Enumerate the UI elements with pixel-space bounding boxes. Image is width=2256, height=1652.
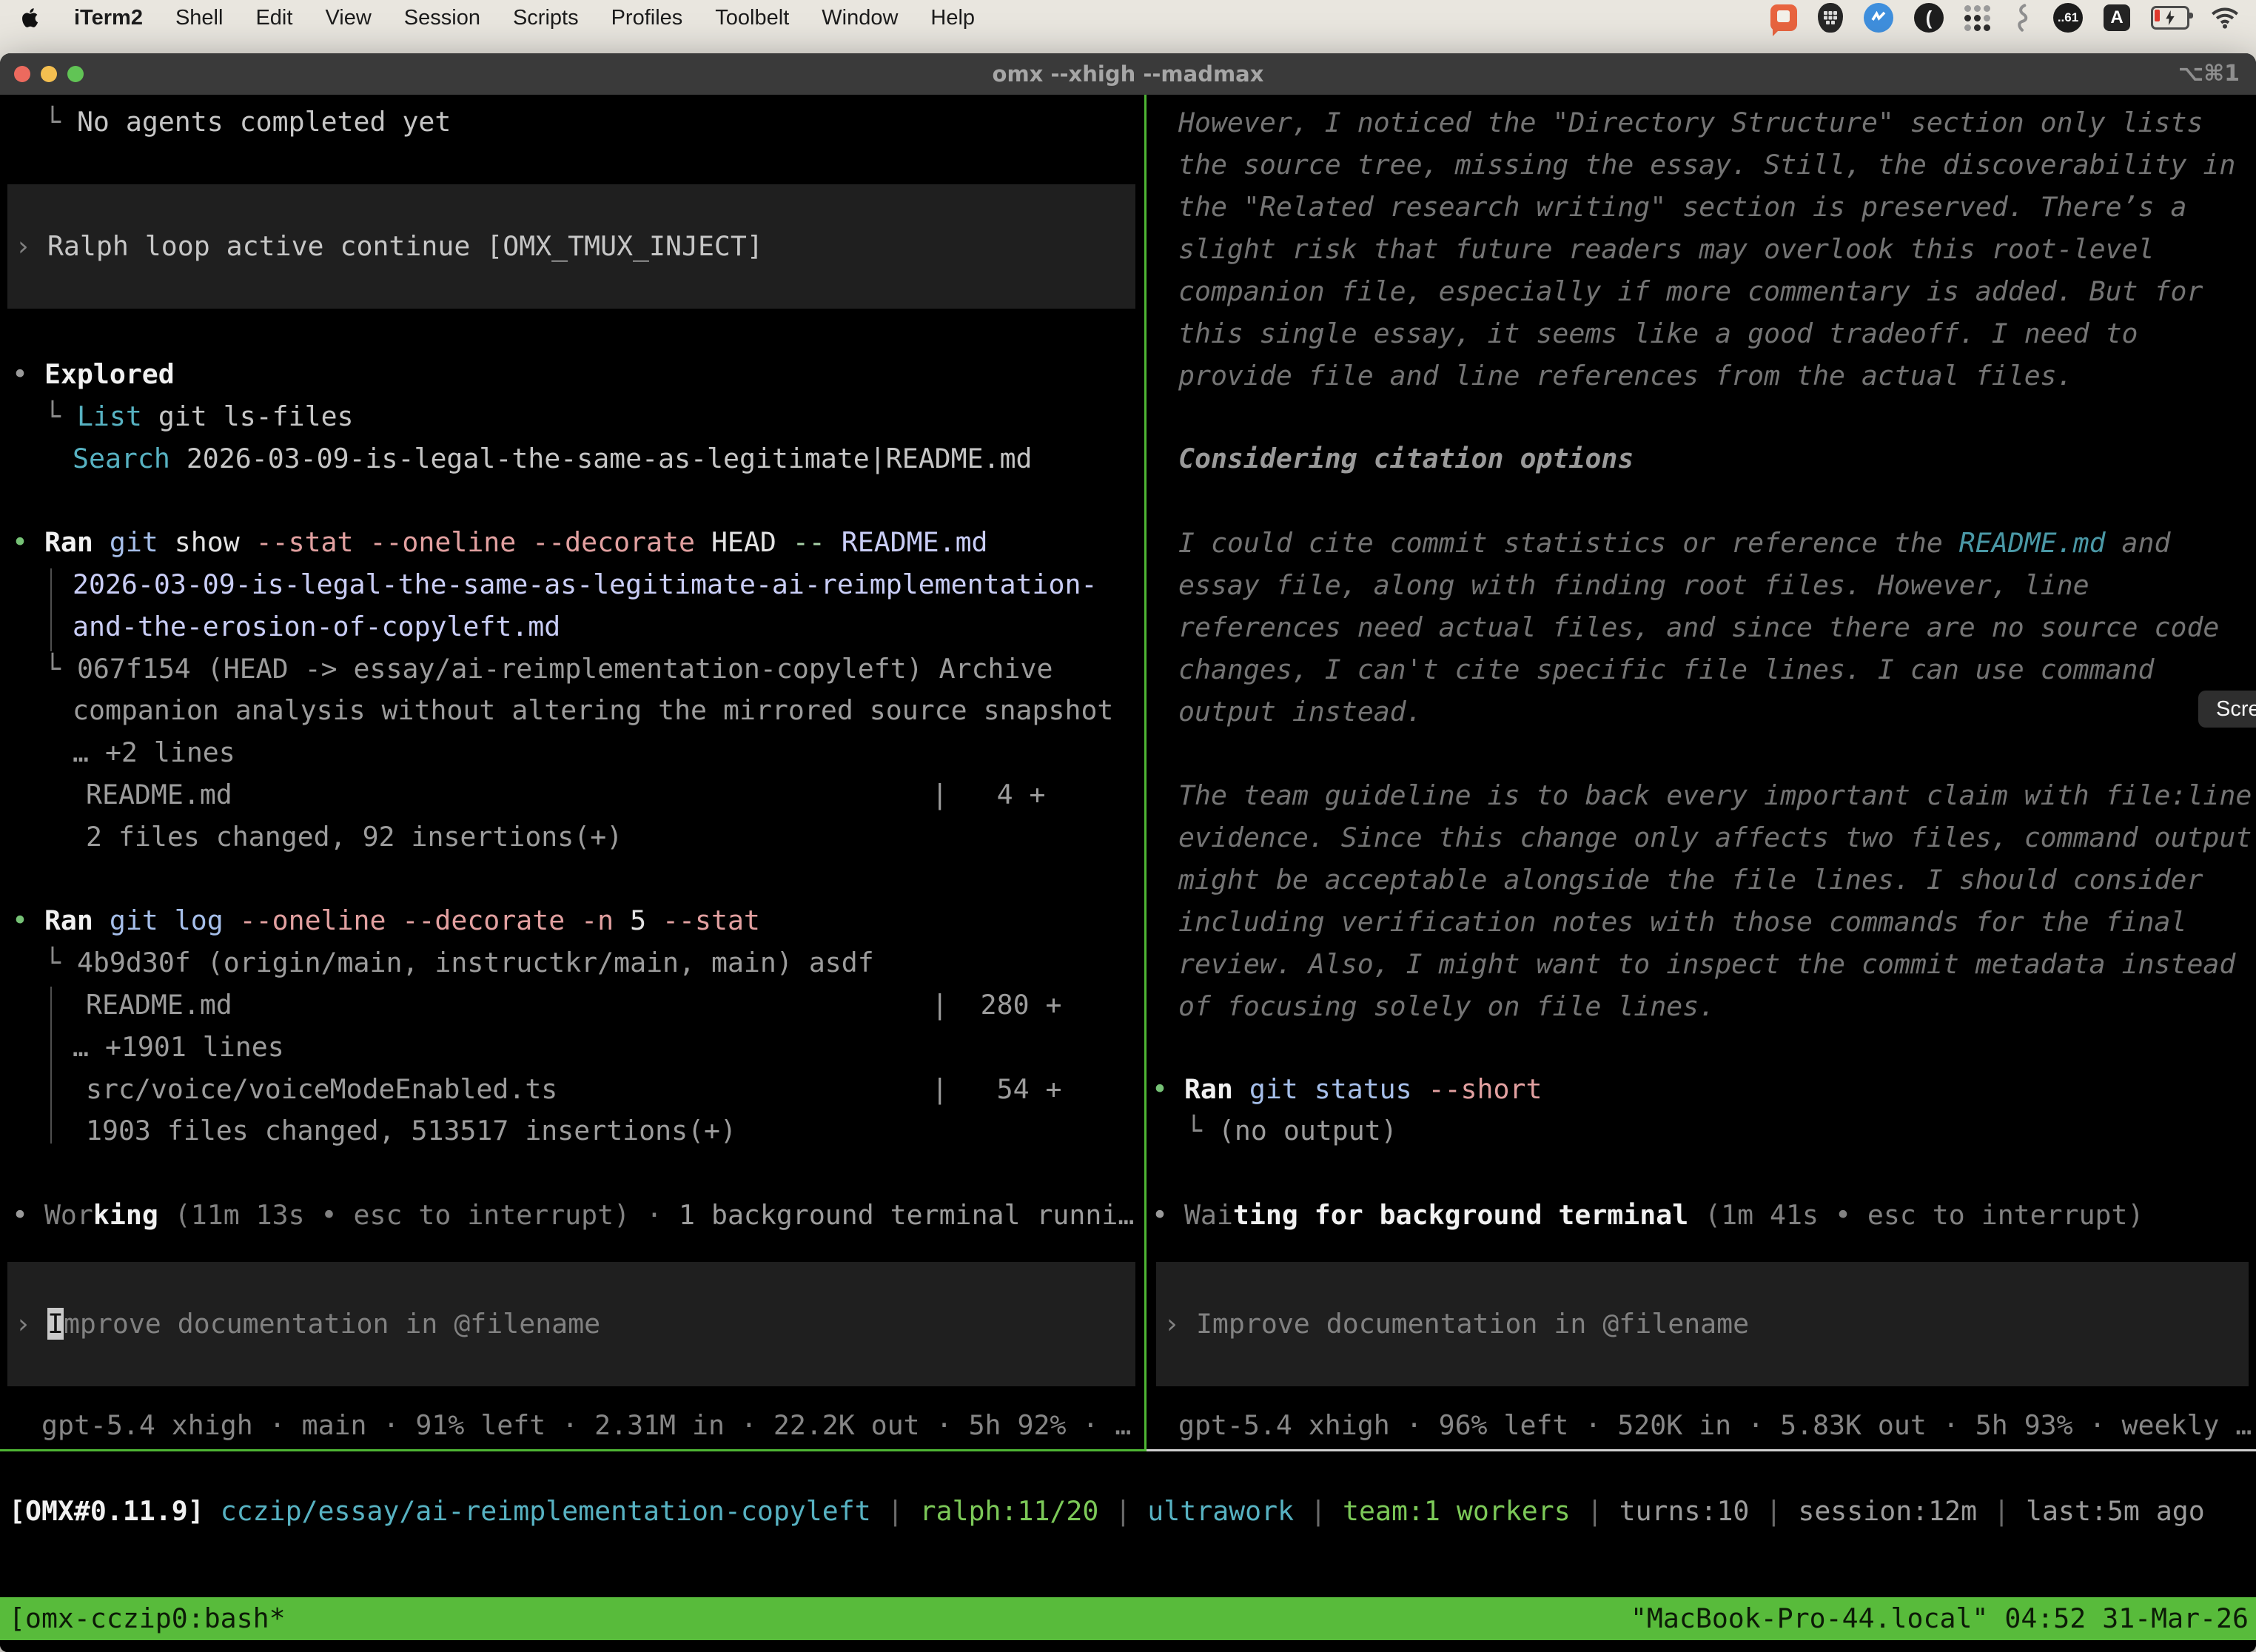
menu-status-icons: ( ..61 A (1770, 3, 2256, 33)
paragraph-line: this single essay, it seems like a good … (1178, 312, 2235, 355)
git-show-more-line: … +2 lines (73, 733, 235, 773)
left-model-status-line: gpt-5.4 xhigh · main · 91% left · 2.31M … (41, 1406, 1131, 1446)
tmux-status-bar: [omx-cczip0:bash* "MacBook-Pro-44.local"… (0, 1597, 2256, 1640)
pane-divider[interactable] (1144, 95, 1147, 1451)
working-status-line: • Working (11m 13s • esc to interrupt) ·… (12, 1195, 1134, 1235)
window-title: omx --xhigh --madmax (0, 53, 2256, 95)
tree-guide (50, 568, 52, 651)
window-shortcut: ⌥⌘1 (2178, 53, 2240, 95)
apple-menu-icon[interactable] (22, 7, 41, 29)
paragraph-line: including verification notes with those … (1178, 901, 2252, 943)
git-show-commit-line: └ 067f154 (HEAD -> essay/ai-reimplementa… (44, 649, 1053, 689)
waiting-status-line: • Waiting for background terminal (1m 41… (1152, 1195, 2143, 1235)
git-log-stat-line: README.md | 280 + (86, 985, 1062, 1025)
git-log-command-line: • Ran git log --oneline --decorate -n 5 … (12, 901, 760, 941)
explored-header-line: • Explored (12, 355, 175, 394)
agents-note-line: └ No agents completed yet (44, 102, 451, 142)
paragraph-line: provide file and line references from th… (1178, 355, 2235, 397)
dots-grid-icon[interactable] (1964, 4, 1991, 31)
menu-item-window[interactable]: Window (822, 6, 898, 30)
git-log-more-line: … +1901 lines (73, 1027, 284, 1067)
input-source-icon[interactable]: A (2104, 4, 2130, 31)
code-paren-icon[interactable]: ( (1914, 3, 1944, 33)
git-log-stat-line: src/voice/voiceModeEnabled.ts | 54 + (86, 1070, 1062, 1109)
menu-item-scripts[interactable]: Scripts (513, 6, 579, 30)
explored-list-line: └ List git ls-files (44, 397, 354, 437)
menu-item-help[interactable]: Help (930, 6, 975, 30)
paragraph-line: might be acceptable alongside the file l… (1178, 859, 2252, 901)
menu-item-view[interactable]: View (325, 6, 371, 30)
left-pane-border (0, 1449, 1144, 1451)
tmux-session-label: [omx-cczip0:bash* (9, 1597, 286, 1640)
battery-level (2155, 10, 2160, 21)
shield-icon[interactable] (1818, 3, 1843, 33)
git-show-stat-line: README.md | 4 + (86, 775, 1046, 815)
right-pane-border (1147, 1449, 2256, 1451)
left-input-box[interactable]: › Improve documentation in @filename (7, 1262, 1135, 1386)
git-show-arg-line: 2026-03-09-is-legal-the-same-as-legitima… (73, 565, 1097, 605)
left-input-line: › Improve documentation in @filename (15, 1304, 600, 1344)
thinking-paragraph: The team guideline is to back every impo… (1178, 774, 2252, 1027)
squiggle-icon[interactable] (2012, 3, 2032, 33)
paragraph-line: references need actual files, and since … (1178, 606, 2219, 648)
git-show-output-line: companion analysis without altering the … (73, 691, 1113, 731)
git-log-stat-line: 1903 files changed, 513517 insertions(+) (86, 1111, 736, 1151)
chat-bubble-icon[interactable] (1770, 4, 1797, 31)
git-log-commit-line: └ 4b9d30f (origin/main, instructkr/main,… (44, 943, 874, 983)
menu-item-toolbelt[interactable]: Toolbelt (715, 6, 789, 30)
paragraph-line: output instead. (1178, 691, 2219, 733)
paragraph-line: the source tree, missing the essay. Stil… (1178, 144, 2235, 186)
battery-percent-badge-icon[interactable]: ..61 (2053, 3, 2083, 33)
macos-menu-bar: iTerm2 Shell Edit View Session Scripts P… (0, 0, 2256, 36)
explored-search-line: Search 2026-03-09-is-legal-the-same-as-l… (73, 439, 1033, 479)
menu-item-app[interactable]: iTerm2 (74, 6, 143, 30)
paragraph-line: slight risk that future readers may over… (1178, 228, 2235, 270)
menu-item-session[interactable]: Session (404, 6, 480, 30)
git-status-output-line: └ (no output) (1186, 1111, 1397, 1151)
tmux-host-clock: "MacBook-Pro-44.local" 04:52 31-Mar-26 (1631, 1597, 2249, 1640)
battery-icon[interactable] (2151, 6, 2189, 30)
activity-icon[interactable] (1864, 3, 1893, 33)
inject-prompt-line: › Ralph loop active continue [OMX_TMUX_I… (15, 226, 763, 266)
thinking-paragraph: I could cite commit statistics or refere… (1178, 522, 2219, 733)
paragraph-line: review. Also, I might want to inspect th… (1178, 943, 2252, 985)
terminal-content: └ No agents completed yet › Ralph loop a… (0, 95, 2256, 1652)
inject-prompt-box[interactable]: › Ralph loop active continue [OMX_TMUX_I… (7, 184, 1135, 309)
omx-status-bar: [OMX#0.11.9] cczip/essay/ai-reimplementa… (9, 1491, 2205, 1531)
paragraph-line: essay file, along with finding root file… (1178, 564, 2219, 606)
screen-sharing-overlay[interactable]: Scre (2198, 691, 2256, 728)
paragraph-line: The team guideline is to back every impo… (1178, 774, 2252, 816)
paragraph-line: changes, I can't cite specific file line… (1178, 648, 2219, 691)
right-model-status-line: gpt-5.4 xhigh · 96% left · 520K in · 5.8… (1178, 1406, 2252, 1446)
menu-item-edit[interactable]: Edit (255, 6, 292, 30)
paragraph-line: I could cite commit statistics or refere… (1178, 522, 2219, 564)
paragraph-line: of focusing solely on file lines. (1178, 985, 2252, 1027)
menu-item-profiles[interactable]: Profiles (611, 6, 683, 30)
paragraph-line: However, I noticed the "Directory Struct… (1178, 101, 2235, 144)
git-show-command-line: • Ran git show --stat --oneline --decora… (12, 523, 988, 563)
thinking-heading: Considering citation options (1178, 439, 1634, 479)
window-titlebar: omx --xhigh --madmax ⌥⌘1 (0, 53, 2256, 95)
thinking-paragraph: However, I noticed the "Directory Struct… (1178, 101, 2235, 397)
iterm2-window: omx --xhigh --madmax ⌥⌘1 └ No agents com… (0, 53, 2256, 1652)
desktop: iTerm2 Shell Edit View Session Scripts P… (0, 0, 2256, 1652)
right-input-line: › Improve documentation in @filename (1164, 1304, 1749, 1344)
tree-guide (50, 987, 52, 1144)
git-show-arg-line: and-the-erosion-of-copyleft.md (73, 607, 560, 647)
right-input-box[interactable]: › Improve documentation in @filename (1156, 1262, 2249, 1386)
menu-item-shell[interactable]: Shell (175, 6, 224, 30)
paragraph-line: evidence. Since this change only affects… (1178, 816, 2252, 859)
paragraph-line: companion file, especially if more comme… (1178, 270, 2235, 312)
paragraph-line: the "Related research writing" section i… (1178, 186, 2235, 228)
wifi-icon[interactable] (2210, 6, 2240, 30)
git-status-command-line: • Ran git status --short (1152, 1070, 1542, 1109)
git-show-stat-line: 2 files changed, 92 insertions(+) (86, 817, 622, 857)
